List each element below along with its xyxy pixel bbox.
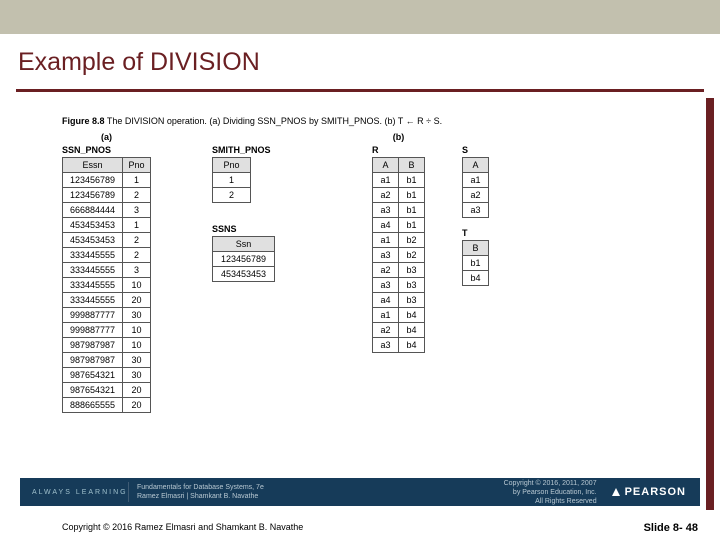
ssn-pnos-table: EssnPno123456789112345678926668844443453… (62, 157, 151, 413)
band-copy3: All Rights Reserved (504, 497, 597, 506)
footer-copyright: Copyright © 2016 Ramez Elmasri and Shamk… (62, 522, 303, 534)
figure-text: The DIVISION operation. (a) Dividing SSN… (107, 116, 442, 126)
footer: Copyright © 2016 Ramez Elmasri and Shamk… (0, 522, 720, 534)
band-copy1: Copyright © 2016, 2011, 2007 (504, 479, 597, 488)
figure-caption: Figure 8.8 The DIVISION operation. (a) D… (62, 116, 720, 126)
tables-area: (a) SSN_PNOS EssnPno12345678911234567892… (62, 132, 720, 442)
book-line2: Ramez Elmasri | Shamkant B. Navathe (137, 492, 504, 501)
publisher-band: ALWAYS LEARNING Fundamentals for Databas… (20, 478, 700, 506)
band-copy2: by Pearson Education, Inc. (504, 488, 597, 497)
pearson-brand: PEARSON (605, 486, 700, 498)
band-copyright: Copyright © 2016, 2011, 2007 by Pearson … (504, 479, 605, 506)
slide-number: Slide 8- 48 (644, 522, 698, 534)
pearson-icon (611, 487, 621, 497)
title-underline (16, 89, 704, 92)
book-info: Fundamentals for Database Systems, 7e Ra… (129, 483, 504, 501)
always-learning: ALWAYS LEARNING (20, 489, 128, 496)
label-a: (a) (62, 132, 151, 142)
right-accent-bar (706, 98, 714, 510)
s-name: S (462, 145, 489, 155)
slide-title: Example of DIVISION (0, 34, 720, 77)
smith-pnos-table: Pno12 (212, 157, 251, 203)
t-name: T (462, 228, 489, 238)
book-line1: Fundamentals for Database Systems, 7e (137, 483, 504, 492)
top-bar (0, 0, 720, 34)
label-b: (b) (372, 132, 425, 142)
r-table: ABa1b1a2b1a3b1a4b1a1b2a3b2a2b3a3b3a4b3a1… (372, 157, 425, 353)
ssn-pnos-name: SSN_PNOS (62, 145, 151, 155)
s-table: Aa1a2a3 (462, 157, 489, 218)
pearson-text: PEARSON (625, 486, 686, 498)
figure-label: Figure 8.8 (62, 116, 105, 126)
smith-pnos-name: SMITH_PNOS (212, 145, 271, 155)
t-table: Bb1b4 (462, 240, 489, 286)
ssns-table: Ssn123456789453453453 (212, 236, 275, 282)
r-name: R (372, 145, 425, 155)
ssns-name: SSNS (212, 224, 275, 234)
